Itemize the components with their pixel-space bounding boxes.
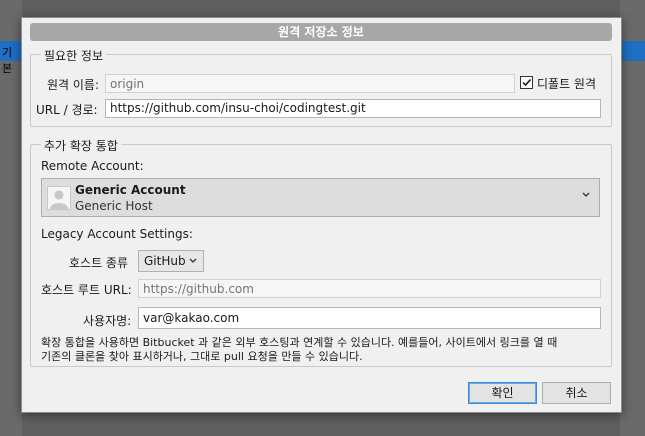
chevron-down-icon: [189, 258, 197, 263]
background-selected-row-right: [620, 41, 645, 61]
help-text-line: 확장 통합을 사용하면 Bitbucket 과 같은 외부 호스팅과 연계할 수…: [41, 336, 558, 349]
remote-account-dropdown[interactable]: Generic Account Generic Host: [41, 178, 600, 217]
background-row-label: 기본: [2, 46, 13, 75]
url-input[interactable]: https://github.com/insu-choi/codingtest.…: [105, 99, 601, 118]
host-type-value: GitHub: [144, 254, 186, 268]
user-avatar-icon: [47, 186, 71, 210]
host-root-url-label: 호스트 루트 URL:: [41, 283, 132, 297]
host-root-url-input[interactable]: [138, 279, 601, 298]
ok-button[interactable]: 확인: [468, 382, 537, 404]
account-host: Generic Host: [75, 199, 153, 213]
host-type-label: 호스트 종류: [69, 256, 129, 270]
remote-name-label: 원격 이름:: [47, 78, 100, 92]
username-input[interactable]: var@kakao.com: [138, 307, 601, 329]
checkmark-icon: [522, 78, 532, 87]
background-window-right: [620, 0, 645, 436]
required-info-legend: 필요한 정보: [41, 47, 107, 64]
default-remote-label: 디폴트 원격: [537, 77, 597, 91]
extended-integration-legend: 추가 확장 통합: [41, 137, 121, 154]
remote-name-input[interactable]: [105, 74, 515, 93]
chevron-down-icon: [582, 192, 590, 197]
host-type-select[interactable]: GitHub: [138, 250, 204, 272]
integration-help-text: 확장 통합을 사용하면 Bitbucket 과 같은 외부 호스팅과 연계할 수…: [41, 336, 609, 364]
username-label: 사용자명:: [83, 314, 132, 328]
legacy-settings-label: Legacy Account Settings:: [41, 227, 193, 241]
remote-account-label: Remote Account:: [41, 159, 144, 173]
cancel-button[interactable]: 취소: [542, 382, 611, 404]
help-text-line: 기존의 클론을 찾아 표시하거나, 그대로 pull 요청을 만들 수 있습니다…: [41, 350, 363, 363]
account-name: Generic Account: [75, 183, 186, 197]
dialog-title: 원격 저장소 정보: [30, 23, 612, 41]
default-remote-checkbox[interactable]: [520, 76, 533, 89]
background-selected-row: 기본: [0, 41, 22, 75]
remote-info-dialog: 원격 저장소 정보 필요한 정보 원격 이름: 디폴트 원격 URL / 경로:…: [21, 17, 622, 413]
url-label: URL / 경로:: [36, 103, 98, 117]
